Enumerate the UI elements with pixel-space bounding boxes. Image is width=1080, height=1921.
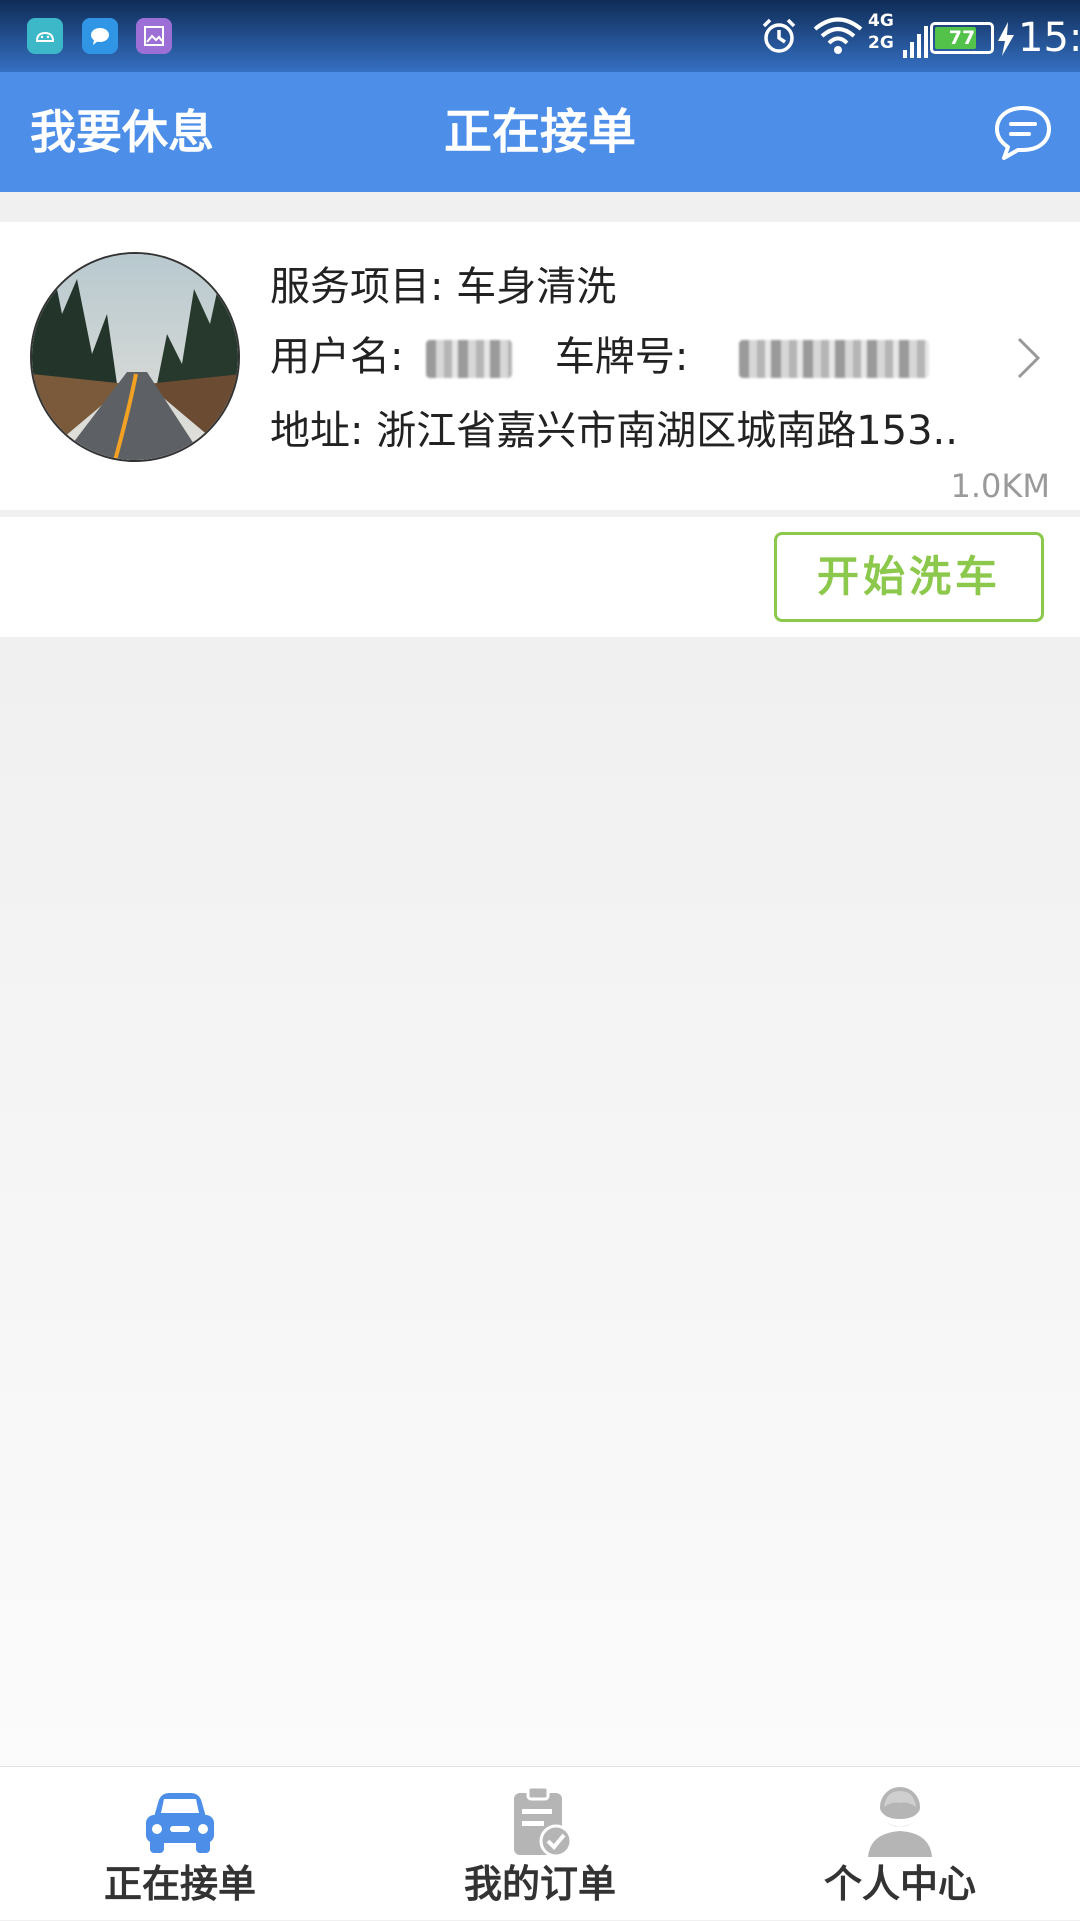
gallery-icon [136, 18, 172, 54]
status-bar: 4G 2G 77 15:57 [0, 0, 1080, 72]
page-title: 正在接单 [443, 104, 636, 160]
address-line: 地址: 浙江省嘉兴市南湖区城南路153.. [270, 405, 958, 457]
service-line: 服务项目: 车身清洗 [270, 261, 616, 313]
nav-label: 个人中心 [823, 1862, 976, 1906]
nav-taking-orders[interactable]: 正在接单 [0, 1767, 360, 1921]
nav-profile[interactable]: 个人中心 [720, 1767, 1080, 1921]
car-icon [146, 1793, 214, 1853]
bottom-nav: 正在接单 我的订单 个人中心 [0, 1766, 1080, 1920]
clipboard-check-icon [514, 1785, 573, 1858]
wifi-icon [813, 17, 863, 54]
network-type: 4G 2G [868, 11, 894, 53]
charging-icon [998, 22, 1014, 56]
chevron-right-icon[interactable] [1016, 336, 1042, 380]
start-wash-button[interactable]: 开始洗车 [774, 532, 1044, 622]
person-icon [868, 1787, 932, 1857]
message-icon [82, 18, 118, 54]
chat-icon [995, 106, 1051, 160]
signal-icon [903, 26, 928, 58]
clock: 15:57 [1018, 15, 1080, 61]
username-redacted [426, 340, 513, 378]
app-header: 我要休息 正在接单 [0, 72, 1080, 192]
empty-content-area [0, 637, 1080, 1766]
service-value: 车身清洗 [456, 264, 617, 310]
plate-label: 车牌号: [554, 334, 689, 380]
messages-button[interactable] [992, 102, 1054, 164]
address-label: 地址: [270, 408, 364, 454]
user-line: 用户名: 车牌号: [270, 331, 930, 383]
alarm-icon [762, 18, 796, 53]
plate-redacted [739, 340, 930, 378]
battery-percent: 77 [948, 27, 976, 49]
action-row: 开始洗车 [0, 517, 1080, 637]
service-label: 服务项目: [270, 264, 444, 310]
distance: 1.0KM [950, 467, 1050, 505]
android-icon [27, 18, 63, 54]
battery-icon: 77 [930, 22, 994, 54]
nav-my-orders[interactable]: 我的订单 [360, 1767, 720, 1921]
address-value: 浙江省嘉兴市南湖区城南路153.. [376, 408, 958, 454]
nav-label: 我的订单 [463, 1862, 616, 1906]
username-label: 用户名: [270, 334, 404, 380]
avatar [30, 252, 240, 462]
nav-label: 正在接单 [103, 1862, 256, 1906]
